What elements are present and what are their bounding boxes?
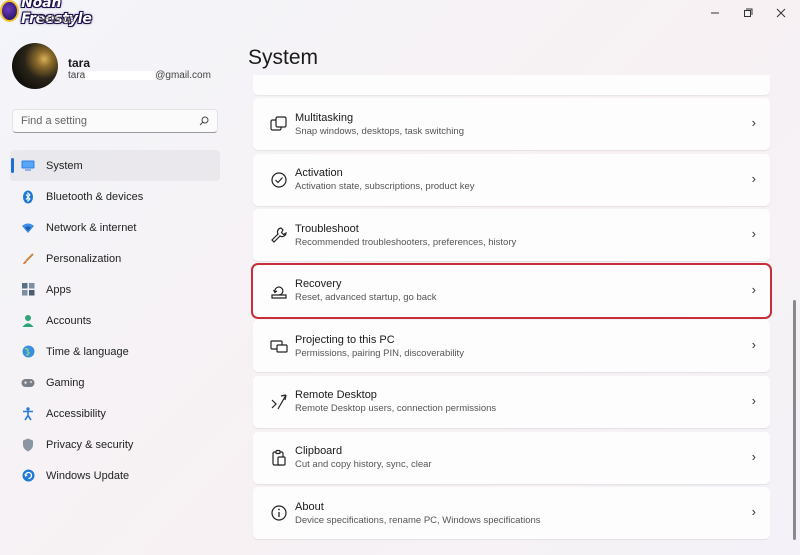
sidebar-item-label: Privacy & security — [46, 438, 134, 451]
user-email: tara @gmail.com — [68, 70, 211, 81]
card-description: Reset, advanced startup, go back — [295, 292, 437, 304]
chevron-right-icon: › — [751, 504, 756, 520]
settings-card-multitasking[interactable]: Multitasking Snap windows, desktops, task… — [253, 98, 770, 150]
chevron-right-icon: › — [751, 337, 756, 353]
sidebar-item-label: Bluetooth & devices — [46, 190, 144, 203]
user-name: tara — [68, 56, 91, 70]
sidebar-item-time-language[interactable]: Time & language — [10, 336, 220, 367]
card-description: Activation state, subscriptions, product… — [295, 181, 475, 193]
settings-card-activation[interactable]: Activation Activation state, subscription… — [253, 153, 770, 206]
avatar — [12, 43, 58, 89]
sidebar-item-network[interactable]: Network & internet — [10, 212, 220, 243]
sidebar-item-label: Personalization — [46, 252, 122, 265]
scrollbar[interactable] — [793, 300, 796, 540]
person-icon — [20, 313, 36, 329]
card-description: Device specifications, rename PC, Window… — [295, 514, 541, 526]
info-icon — [261, 504, 297, 522]
card-title: Projecting to this PC — [295, 333, 395, 346]
card-title: Multitasking — [295, 111, 354, 124]
maximize-icon — [744, 8, 753, 17]
projector-icon — [261, 337, 297, 355]
chevron-right-icon: › — [751, 170, 756, 186]
accessibility-icon — [20, 406, 36, 422]
email-suffix: @gmail.com — [155, 70, 211, 81]
card-description: Cut and copy history, sync, clear — [295, 459, 432, 471]
sidebar-item-privacy[interactable]: Privacy & security — [10, 429, 220, 460]
minimize-icon — [711, 12, 719, 14]
user-profile[interactable]: tara tara @gmail.com — [12, 43, 232, 91]
clipboard-icon — [261, 449, 297, 467]
sidebar-item-label: Apps — [46, 283, 72, 296]
sidebar-item-apps[interactable]: Apps — [10, 274, 220, 305]
bluetooth-icon — [20, 189, 36, 205]
card-title: About — [295, 500, 324, 513]
multitasking-icon — [261, 115, 297, 133]
sidebar-item-gaming[interactable]: Gaming — [10, 367, 220, 398]
sidebar-item-label: Gaming — [46, 376, 85, 389]
sidebar-item-windows-update[interactable]: Windows Update — [10, 460, 220, 491]
wifi-icon — [20, 220, 36, 236]
card-description: Permissions, pairing PIN, discoverabilit… — [295, 347, 464, 359]
page-title: System — [248, 46, 319, 69]
sidebar-item-bluetooth[interactable]: Bluetooth & devices — [10, 181, 220, 212]
globe-icon — [20, 344, 36, 360]
sidebar-item-system[interactable]: System — [10, 150, 220, 181]
minimize-button[interactable] — [700, 4, 730, 22]
search-placeholder: Find a setting — [21, 115, 88, 127]
settings-card-remote-desktop[interactable]: Remote Desktop Remote Desktop users, conn… — [253, 375, 770, 428]
email-prefix: tara — [68, 70, 86, 81]
card-title: Recovery — [295, 278, 342, 291]
recovery-icon — [261, 282, 297, 300]
brush-icon — [20, 251, 36, 267]
sidebar-item-accessibility[interactable]: Accessibility — [10, 398, 220, 429]
shield-icon — [20, 437, 36, 453]
settings-card-about[interactable]: About Device specifications, rename PC, W… — [253, 487, 770, 540]
app-title: Settings — [38, 14, 75, 25]
title-bar: Noah Freestyle Settings — [0, 0, 800, 28]
settings-list: Multitasking Snap windows, desktops, task… — [251, 75, 772, 543]
card-title: Clipboard — [295, 445, 343, 458]
settings-card-troubleshoot[interactable]: Troubleshoot Recommended troubleshooters,… — [253, 209, 770, 262]
remote-desktop-icon — [261, 393, 297, 411]
email-redaction — [85, 70, 156, 80]
sidebar-item-label: Accounts — [46, 314, 92, 327]
card-title: Activation — [295, 167, 343, 180]
chevron-right-icon: › — [751, 392, 756, 408]
maximize-button[interactable] — [733, 4, 763, 22]
gamepad-icon — [20, 375, 36, 391]
update-icon — [20, 468, 36, 484]
sidebar-item-personalization[interactable]: Personalization — [10, 243, 220, 274]
chevron-right-icon: › — [751, 226, 756, 242]
sidebar-item-label: Windows Update — [46, 469, 130, 482]
settings-card-recovery[interactable]: Recovery Reset, advanced startup, go back… — [251, 262, 772, 319]
wrench-icon — [261, 226, 297, 244]
sidebar-item-label: Network & internet — [46, 221, 137, 234]
settings-card-clipboard[interactable]: Clipboard Cut and copy history, sync, cle… — [253, 431, 770, 484]
card-description: Remote Desktop users, connection permiss… — [295, 403, 497, 415]
card-title: Remote Desktop — [295, 389, 377, 402]
card-description: Recommended troubleshooters, preferences… — [295, 236, 517, 248]
card-title: Troubleshoot — [295, 222, 359, 235]
close-button[interactable] — [766, 4, 796, 22]
partial-card[interactable] — [253, 75, 770, 95]
settings-card-projecting[interactable]: Projecting to this PC Permissions, pairin… — [253, 320, 770, 373]
sidebar-item-label: System — [46, 159, 83, 172]
apps-icon — [20, 282, 36, 298]
watermark-badge — [0, 0, 20, 22]
chevron-right-icon: › — [751, 281, 756, 297]
chevron-right-icon: › — [751, 115, 756, 130]
sidebar-item-label: Time & language — [46, 345, 129, 358]
chevron-right-icon: › — [751, 448, 756, 464]
sidebar-item-accounts[interactable]: Accounts — [10, 305, 220, 336]
search-icon — [199, 116, 209, 126]
sidebar-item-label: Accessibility — [46, 407, 106, 420]
search-input[interactable]: Find a setting — [12, 109, 218, 133]
monitor-icon — [20, 158, 36, 174]
sidebar-nav: System Bluetooth & devices Network & int… — [10, 150, 220, 491]
card-description: Snap windows, desktops, task switching — [295, 125, 464, 137]
close-icon — [776, 8, 786, 18]
check-circle-icon — [261, 171, 297, 189]
